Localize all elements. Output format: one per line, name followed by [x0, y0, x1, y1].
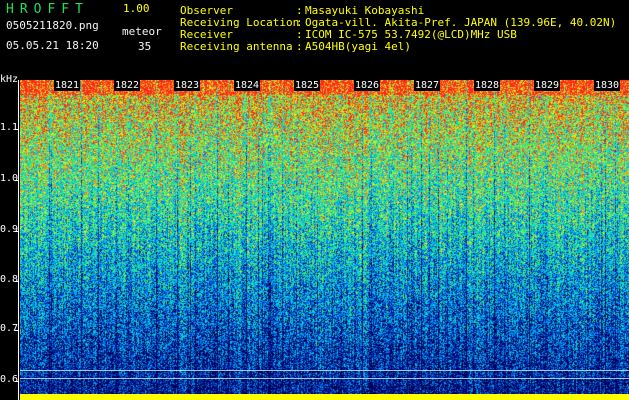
meteor-count: 35	[138, 40, 152, 53]
time-tick-label: 1826	[354, 80, 381, 91]
axis-unit: kHz	[0, 74, 19, 85]
time-tick-label: 1827	[414, 80, 441, 91]
date-time: 05.05.21 18:20	[6, 39, 99, 52]
freq-tick-mark	[15, 129, 19, 130]
freq-tick-mark	[15, 180, 19, 181]
frequency-axis	[18, 80, 19, 400]
time-tick-label: 1825	[294, 80, 321, 91]
app-name: HROFFT	[6, 2, 89, 17]
app-version: 1.00	[123, 2, 150, 15]
reference-line	[20, 370, 629, 371]
signal-baseline	[20, 394, 629, 400]
info-value-observer: Masayuki Kobayashi	[305, 4, 425, 17]
info-separator: :	[296, 40, 303, 53]
spectrogram-panel: kHz 1.1 1.0 0.9 0.8 0.7 0.6 1821 1822 18…	[0, 74, 629, 400]
freq-tick-label: 0.8	[0, 274, 19, 285]
file-name: 0505211820.png	[6, 19, 99, 32]
freq-tick-mark	[15, 381, 19, 382]
info-value-receiver: ICOM IC-575 53.7492(@LCD)MHz USB	[305, 28, 517, 41]
freq-tick-mark	[15, 231, 19, 232]
info-separator: :	[296, 16, 303, 29]
time-tick-label: 1828	[474, 80, 501, 91]
freq-tick-mark	[15, 330, 19, 331]
info-label-antenna: Receiving antenna	[180, 40, 293, 53]
info-label-receiver: Receiver	[180, 28, 233, 41]
info-value-location: Ogata-vill. Akita-Pref. JAPAN (139.96E, …	[305, 16, 617, 29]
info-separator: :	[296, 4, 303, 17]
freq-tick-label: 0.7	[0, 323, 19, 334]
reference-line	[20, 378, 629, 379]
time-tick-label: 1830	[594, 80, 621, 91]
freq-tick-label: 1.1	[0, 122, 19, 133]
time-tick-label: 1821	[54, 80, 81, 91]
spectrogram-canvas	[20, 80, 629, 400]
mode-label: meteor	[122, 25, 162, 38]
time-tick-label: 1822	[114, 80, 141, 91]
info-value-antenna: A504HB(yagi 4el)	[305, 40, 411, 53]
time-tick-label: 1824	[234, 80, 261, 91]
time-tick-label: 1823	[174, 80, 201, 91]
freq-tick-label: 0.9	[0, 224, 19, 235]
time-tick-label: 1829	[534, 80, 561, 91]
info-label-location: Receiving Location	[180, 16, 300, 29]
info-label-observer: Observer	[180, 4, 233, 17]
freq-tick-label: 1.0	[0, 173, 19, 184]
freq-tick-mark	[15, 281, 19, 282]
freq-tick-label: 0.6	[0, 374, 19, 385]
info-separator: :	[296, 28, 303, 41]
